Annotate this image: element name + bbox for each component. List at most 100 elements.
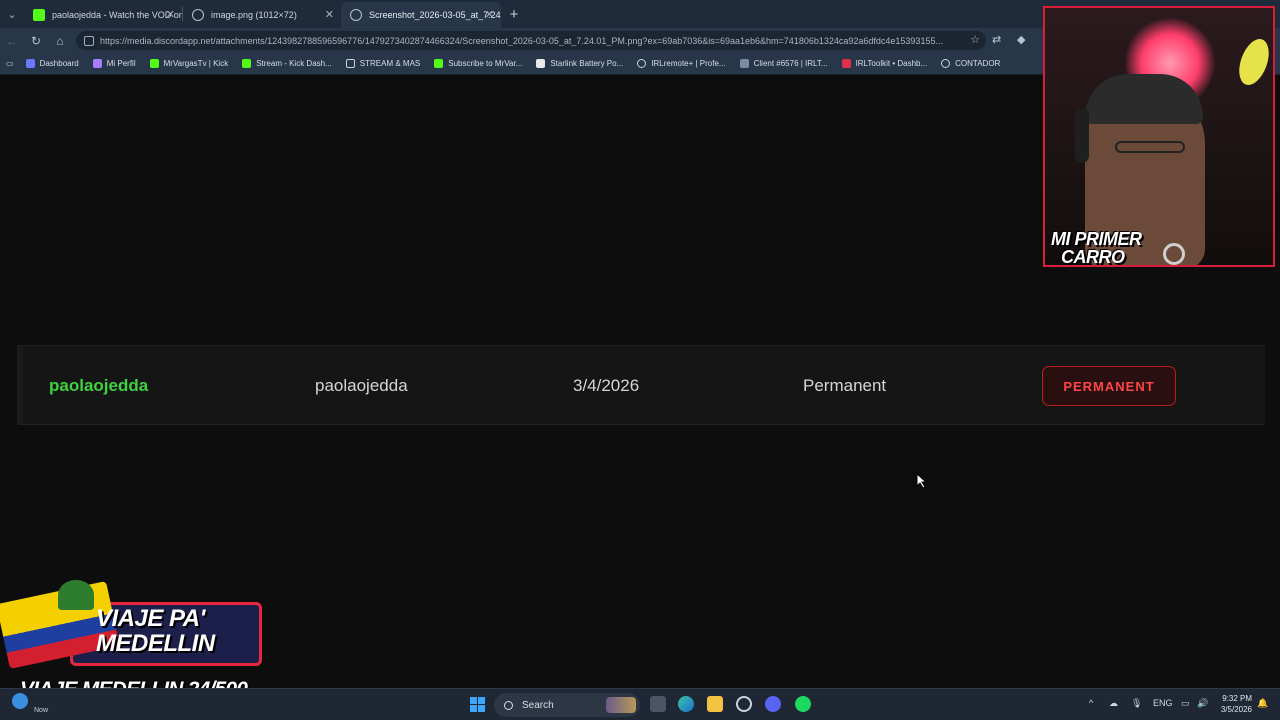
close-icon[interactable]: ✕ [325, 8, 334, 21]
screen: ⌄ paolaojedda - Watch the VOD on ✕ image… [0, 0, 1280, 720]
banana-decoration [1233, 35, 1273, 89]
network-icon[interactable]: ▭ [1181, 698, 1190, 709]
tab-search-button[interactable]: ⌄ [0, 0, 24, 28]
banned-username: paolaojedda [49, 376, 149, 395]
bookmark-irlremote[interactable]: IRLremote+ | Profe... [637, 59, 726, 68]
star-icon[interactable]: ☆ [970, 33, 980, 46]
extension-diamond-icon[interactable]: ◆ [1017, 33, 1025, 46]
tab-screenshot[interactable]: Screenshot_2026-03-05_at_7.24.0 ✕ [341, 2, 501, 28]
promo-title-line-2: MEDELLIN [96, 630, 215, 657]
tab-title: paolaojedda - Watch the VOD on [52, 10, 182, 20]
bookmark-label: Mi Perfil [106, 59, 136, 68]
clock-date: 3/5/2026 [1220, 705, 1252, 714]
caption-line-2: CARRO [1061, 247, 1125, 267]
search-placeholder: Search [522, 699, 554, 711]
bookmark-icon [536, 59, 546, 68]
steering-wheel-icon [1163, 243, 1185, 265]
edge-icon[interactable] [678, 696, 694, 712]
mouse-cursor-icon [916, 473, 928, 489]
ban-date: 3/4/2026 [573, 376, 640, 395]
bookmark-mi-perfil[interactable]: Mi Perfil [92, 59, 136, 68]
globe-icon [350, 9, 362, 21]
kick-icon [242, 59, 252, 68]
tab-title: image.png (1012×72) [211, 10, 297, 20]
bookmark-icon [841, 59, 851, 68]
system-clock[interactable]: 9:32 PM 3/5/2026 [1212, 693, 1252, 715]
bookmark-starlink[interactable]: Starlink Battery Po... [536, 59, 623, 68]
moderator-name: paolaojedda [315, 376, 408, 395]
kick-icon [434, 59, 444, 68]
kick-icon [33, 9, 45, 21]
back-button[interactable]: ← [0, 28, 24, 53]
palm-tree-icon [58, 580, 94, 610]
bookmark-dashboard[interactable]: Dashboard [25, 59, 79, 68]
headset [1075, 108, 1089, 163]
taskbar: Now Search ^ ☁ 🎙 ENG ▭ 🔊 9:32 PM 3/5/202… [0, 688, 1280, 720]
bookmark-contador[interactable]: CONTADOR [941, 59, 1000, 68]
bookmark-stream-kick-dash[interactable]: Stream - Kick Dash... [242, 59, 332, 68]
bookmark-mrvargastv-kick[interactable]: MrVargasTv | Kick [149, 59, 229, 68]
tab-image-png[interactable]: image.png (1012×72) ✕ [183, 2, 341, 28]
kick-icon [149, 59, 159, 68]
bookmark-icon [25, 59, 35, 68]
folder-icon [345, 59, 355, 68]
show-hidden-icons-icon[interactable]: ^ [1089, 698, 1093, 708]
close-icon[interactable]: ✕ [485, 8, 494, 21]
extensions-icon[interactable]: ⇄ [992, 33, 1001, 46]
streamer-cap [1085, 74, 1203, 124]
webcam-caption: MI PRIMER CARRO [1051, 230, 1142, 267]
bookmark-client[interactable]: Client #6576 | IRLT... [739, 59, 828, 68]
globe-icon [941, 59, 951, 68]
ban-duration: Permanent [803, 376, 887, 395]
weather-label: Now [34, 707, 49, 714]
bookmark-icon [739, 59, 749, 68]
task-view-icon[interactable] [650, 696, 666, 712]
permanent-badge: PERMANENT [1042, 366, 1176, 406]
search-icon [504, 700, 513, 710]
bookmark-label: Dashboard [39, 59, 79, 68]
bookmarks-menu-icon[interactable]: ▭ [6, 59, 14, 68]
clock-time: 9:32 PM [1222, 694, 1252, 703]
webcam-overlay: MI PRIMER CARRO [1043, 6, 1275, 267]
bookmark-label: IRLremote+ | Profe... [651, 59, 726, 68]
spotify-icon[interactable] [795, 696, 811, 712]
microphone-icon[interactable]: 🎙 [1131, 698, 1142, 709]
language-indicator[interactable]: ENG [1153, 698, 1173, 708]
bookmark-label: CONTADOR [955, 59, 1001, 68]
discord-icon[interactable] [765, 696, 781, 712]
tab-title: Screenshot_2026-03-05_at_7.24.0 [369, 10, 501, 20]
promo-title-line-1: VIAJE PA' [96, 605, 205, 632]
new-tab-button[interactable]: + [501, 6, 527, 23]
tab-kick-vod[interactable]: paolaojedda - Watch the VOD on ✕ [24, 2, 182, 28]
close-icon[interactable]: ✕ [166, 8, 175, 21]
file-explorer-icon[interactable] [707, 696, 723, 712]
start-button[interactable] [470, 697, 485, 712]
glasses [1115, 141, 1185, 153]
ban-table-row: paolaojedda paolaojedda 3/4/2026 Permane… [17, 345, 1265, 425]
bookmark-irltoolkit[interactable]: IRLToolkit • Dashb... [841, 59, 928, 68]
bookmark-stream-mas[interactable]: STREAM & MAS [345, 59, 421, 68]
bookmark-subscribe[interactable]: Subscribe to MrVar... [434, 59, 522, 68]
volume-icon[interactable]: 🔊 [1197, 698, 1208, 709]
bookmark-icon [92, 59, 102, 68]
globe-icon [192, 9, 204, 21]
bookmark-label: Client #6576 | IRLT... [753, 59, 828, 68]
url-text[interactable]: https://media.discordapp.net/attachments… [100, 36, 960, 46]
site-info-icon[interactable] [84, 35, 94, 46]
bookmark-label: IRLToolkit • Dashb... [855, 59, 928, 68]
bookmark-label: Stream - Kick Dash... [256, 59, 332, 68]
bookmark-label: STREAM & MAS [359, 59, 421, 68]
taskbar-search[interactable]: Search [494, 693, 640, 717]
reload-button[interactable]: ↻ [24, 28, 48, 53]
search-highlight-art [606, 697, 636, 713]
bookmark-label: Starlink Battery Po... [550, 59, 624, 68]
address-bar[interactable]: https://media.discordapp.net/attachments… [76, 31, 986, 50]
globe-icon [637, 59, 647, 68]
home-button[interactable]: ⌂ [48, 28, 72, 53]
bookmark-label: MrVargasTv | Kick [163, 59, 229, 68]
onedrive-icon[interactable]: ☁ [1109, 698, 1118, 709]
notification-icon[interactable]: 🔔 [1257, 698, 1268, 709]
weather-icon[interactable] [12, 693, 28, 709]
promo-title: VIAJE PA' MEDELLIN [96, 606, 215, 656]
app-icon[interactable] [736, 696, 752, 712]
